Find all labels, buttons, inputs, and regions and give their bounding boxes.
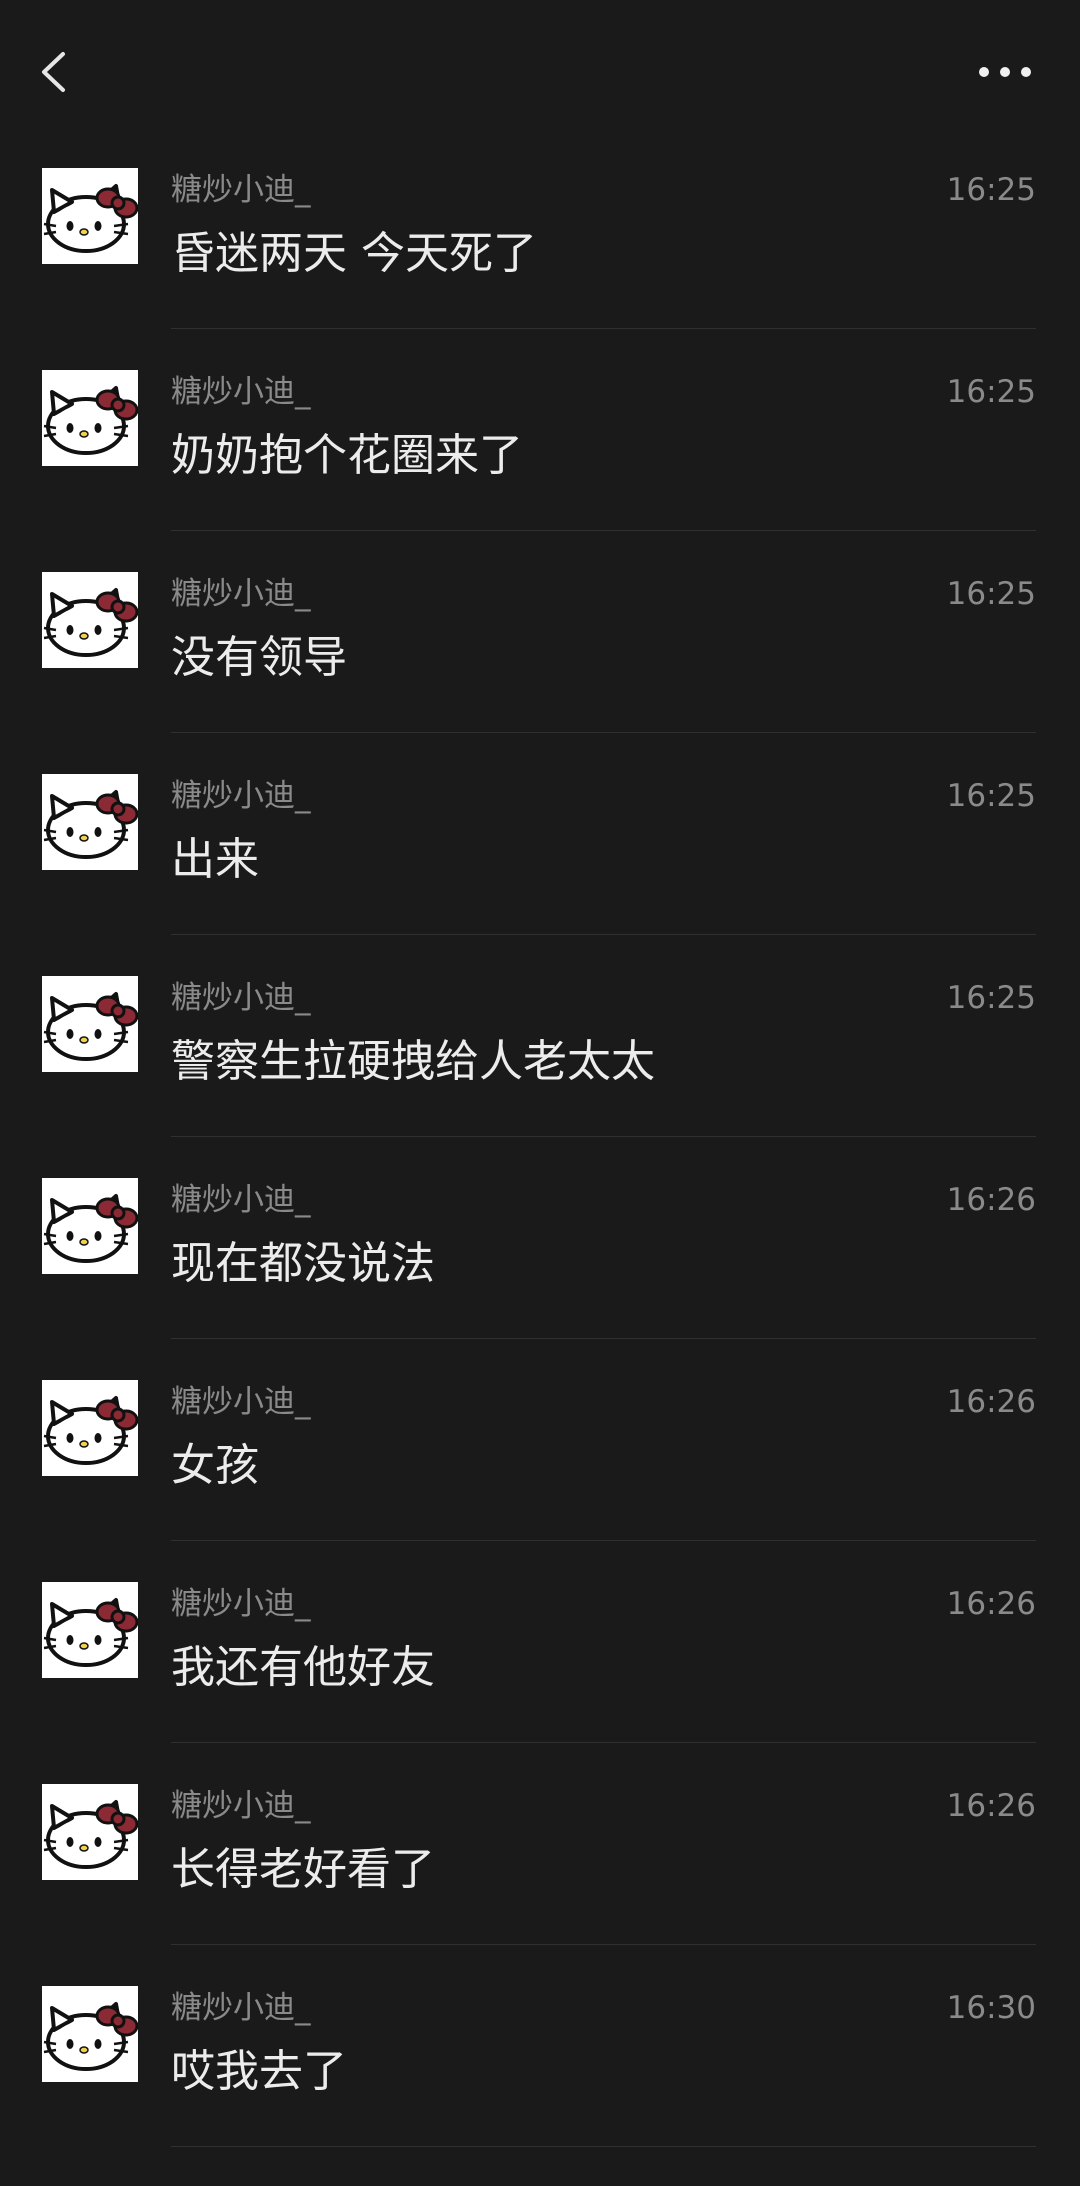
sender-avatar[interactable] xyxy=(42,976,138,1072)
message-text: 我还有他好友 xyxy=(171,1642,435,1693)
hello-kitty-avatar-icon xyxy=(43,1598,138,1667)
sender-avatar[interactable] xyxy=(42,774,138,870)
sender-name[interactable]: 糖炒小迪_ xyxy=(171,372,311,412)
message-time: 16:26 xyxy=(946,1788,1036,1824)
sender-name[interactable]: 糖炒小迪_ xyxy=(171,1180,311,1220)
hello-kitty-avatar-icon xyxy=(43,1194,138,1263)
sender-name[interactable]: 糖炒小迪_ xyxy=(171,1382,311,1422)
divider xyxy=(171,1742,1036,1743)
sender-name[interactable]: 糖炒小迪_ xyxy=(171,776,311,816)
hello-kitty-avatar-icon xyxy=(43,992,138,1061)
message-time: 16:26 xyxy=(946,1182,1036,1218)
message-text: 出来 xyxy=(171,834,259,885)
message-text: 现在都没说法 xyxy=(171,1238,435,1289)
message-text: 哎我去了 xyxy=(171,2046,347,2097)
message-item[interactable]: 糖炒小迪_ 16:25 没有领导 xyxy=(0,570,1080,772)
sender-avatar[interactable] xyxy=(42,572,138,668)
message-time: 16:30 xyxy=(946,1990,1036,2026)
divider xyxy=(171,1540,1036,1541)
divider xyxy=(171,1338,1036,1339)
sender-name[interactable]: 糖炒小迪_ xyxy=(171,978,311,1018)
message-time: 16:26 xyxy=(946,1384,1036,1420)
message-time: 16:25 xyxy=(946,374,1036,410)
hello-kitty-avatar-icon xyxy=(43,790,138,859)
message-list: 糖炒小迪_ 16:25 昏迷两天 今天死了 糖炒小迪_ 16:25 奶奶抱个花圈来了 xyxy=(0,166,1080,2186)
message-item[interactable]: 糖炒小迪_ 16:25 出来 xyxy=(0,772,1080,974)
sender-avatar[interactable] xyxy=(42,1986,138,2082)
message-text: 没有领导 xyxy=(171,632,347,683)
message-item[interactable]: 糖炒小迪_ 16:26 长得老好看了 xyxy=(0,1782,1080,1984)
sender-avatar[interactable] xyxy=(42,1178,138,1274)
hello-kitty-avatar-icon xyxy=(43,2002,138,2071)
message-text: 女孩 xyxy=(171,1440,259,1491)
divider xyxy=(171,934,1036,935)
sender-name[interactable]: 糖炒小迪_ xyxy=(171,1988,311,2028)
sender-avatar[interactable] xyxy=(42,1784,138,1880)
sender-name[interactable]: 糖炒小迪_ xyxy=(171,1786,311,1826)
message-item[interactable]: 糖炒小迪_ 16:26 现在都没说法 xyxy=(0,1176,1080,1378)
hello-kitty-avatar-icon xyxy=(43,1396,138,1465)
hello-kitty-avatar-icon xyxy=(43,588,138,657)
sender-name[interactable]: 糖炒小迪_ xyxy=(171,170,311,210)
divider xyxy=(171,328,1036,329)
message-time: 16:25 xyxy=(946,980,1036,1016)
back-button[interactable] xyxy=(30,36,90,106)
hello-kitty-avatar-icon xyxy=(43,184,138,253)
sender-avatar[interactable] xyxy=(42,1380,138,1476)
divider xyxy=(171,530,1036,531)
sender-name[interactable]: 糖炒小迪_ xyxy=(171,1584,311,1624)
message-time: 16:25 xyxy=(946,576,1036,612)
sender-avatar[interactable] xyxy=(42,1582,138,1678)
message-item[interactable]: 糖炒小迪_ 16:25 昏迷两天 今天死了 xyxy=(0,166,1080,368)
message-text: 奶奶抱个花圈来了 xyxy=(171,430,523,481)
more-options-button[interactable] xyxy=(970,50,1040,94)
divider xyxy=(171,1136,1036,1137)
divider xyxy=(171,1944,1036,1945)
chevron-left-icon xyxy=(42,52,65,92)
message-item[interactable]: 糖炒小迪_ 16:26 女孩 xyxy=(0,1378,1080,1580)
hello-kitty-avatar-icon xyxy=(43,1800,138,1869)
message-text: 昏迷两天 今天死了 xyxy=(171,228,537,279)
divider xyxy=(171,2146,1036,2147)
sender-avatar[interactable] xyxy=(42,370,138,466)
message-time: 16:25 xyxy=(946,172,1036,208)
message-item[interactable]: 糖炒小迪_ 16:26 我还有他好友 xyxy=(0,1580,1080,1782)
message-item[interactable]: 糖炒小迪_ 16:25 警察生拉硬拽给人老太太 xyxy=(0,974,1080,1176)
message-text: 警察生拉硬拽给人老太太 xyxy=(171,1036,655,1087)
message-time: 16:26 xyxy=(946,1586,1036,1622)
more-horizontal-icon xyxy=(979,67,1031,77)
sender-avatar[interactable] xyxy=(42,168,138,264)
message-item[interactable]: 糖炒小迪_ 16:25 奶奶抱个花圈来了 xyxy=(0,368,1080,570)
message-text: 长得老好看了 xyxy=(171,1844,435,1895)
divider xyxy=(171,732,1036,733)
sender-name[interactable]: 糖炒小迪_ xyxy=(171,574,311,614)
hello-kitty-avatar-icon xyxy=(43,386,138,455)
message-time: 16:25 xyxy=(946,778,1036,814)
top-bar xyxy=(0,0,1080,140)
